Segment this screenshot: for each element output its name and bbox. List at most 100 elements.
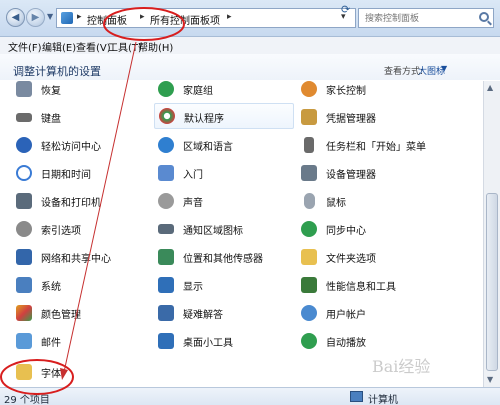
homegroup-icon — [157, 81, 175, 98]
items-grid: 恢复 键盘 轻松访问中心 日期和时间 设备和打印机 索引选项 网络和共享中心 系… — [0, 81, 483, 387]
recent-pages-dropdown-icon[interactable]: ▼ — [47, 12, 53, 21]
item-parental-controls[interactable]: 家长控制 — [300, 81, 440, 100]
item-label: 网络和共享中心 — [41, 254, 111, 265]
item-user-accounts[interactable]: 用户帐户 — [300, 302, 440, 324]
getting-started-icon — [157, 164, 175, 182]
credential-icon — [300, 108, 318, 126]
autoplay-icon — [300, 332, 318, 350]
menu-file[interactable]: 文件(F) — [8, 39, 42, 54]
globe-icon — [157, 136, 175, 154]
breadcrumb[interactable]: ▸ 控制面板 ▸ 所有控制面板项 ▸ ▾ — [56, 8, 356, 28]
item-location-sensors[interactable]: 位置和其他传感器 — [157, 246, 297, 268]
item-taskbar-start-menu[interactable]: 任务栏和「开始」菜单 — [300, 134, 440, 156]
menu-edit[interactable]: 编辑(E) — [42, 39, 76, 54]
menu-bar: 文件(F) 编辑(E) 查看(V) 工具(T) 帮助(H) — [0, 37, 500, 55]
item-label: 家庭组 — [183, 86, 213, 97]
network-icon — [15, 248, 33, 266]
search-box — [358, 8, 494, 28]
menu-help[interactable]: 帮助(H) — [138, 39, 173, 54]
item-display[interactable]: 显示 — [157, 274, 297, 296]
item-sync-center[interactable]: 同步中心 — [300, 218, 440, 240]
item-default-programs[interactable]: 默认程序 — [154, 103, 294, 129]
item-credential-manager[interactable]: 凭据管理器 — [300, 106, 440, 128]
default-programs-icon — [158, 107, 176, 125]
item-label: 家长控制 — [326, 86, 366, 97]
item-date-time[interactable]: 日期和时间 — [15, 162, 155, 184]
breadcrumb-control-panel[interactable]: 控制面板 — [87, 12, 127, 27]
status-location: 计算机 — [368, 395, 398, 405]
item-autoplay[interactable]: 自动播放 — [300, 330, 440, 352]
item-label: 入门 — [183, 170, 203, 181]
item-label: 设备管理器 — [326, 170, 376, 181]
mouse-icon — [300, 192, 318, 210]
ease-of-access-icon — [15, 136, 33, 154]
item-label: 系统 — [41, 282, 61, 293]
item-indexing-options[interactable]: 索引选项 — [15, 218, 155, 240]
item-notification-icons[interactable]: 通知区域图标 — [157, 218, 297, 240]
breadcrumb-all-items[interactable]: 所有控制面板项 — [150, 12, 220, 27]
content-header: 调整计算机的设置 查看方式: 大图标 ▼ — [0, 54, 500, 80]
item-fonts[interactable]: 字体 — [15, 361, 155, 383]
item-label: 鼠标 — [326, 198, 346, 209]
item-troubleshooting[interactable]: 疑难解答 — [157, 302, 297, 324]
item-folder-options[interactable]: 文件夹选项 — [300, 246, 440, 268]
item-label: 设备和打印机 — [41, 198, 101, 209]
item-label: 显示 — [183, 282, 203, 293]
item-network-sharing[interactable]: 网络和共享中心 — [15, 246, 155, 268]
item-performance[interactable]: 性能信息和工具 — [300, 274, 440, 296]
chevron-right-icon[interactable]: ▸ — [227, 12, 232, 22]
back-button[interactable]: ◀ — [6, 8, 25, 27]
color-management-icon — [15, 304, 33, 322]
search-input[interactable] — [363, 11, 475, 27]
item-mail[interactable]: 邮件 — [15, 330, 155, 352]
item-label: 桌面小工具 — [183, 338, 233, 349]
item-mouse[interactable]: 鼠标 — [300, 190, 440, 212]
item-label: 索引选项 — [41, 226, 81, 237]
vertical-scrollbar[interactable]: ▲ ▼ — [483, 81, 500, 387]
computer-icon — [350, 391, 363, 402]
sync-icon — [300, 220, 318, 238]
menu-tools[interactable]: 工具(T) — [108, 39, 142, 54]
font-folder-icon — [15, 363, 33, 381]
item-label: 文件夹选项 — [326, 254, 376, 265]
chevron-right-icon[interactable]: ▸ — [140, 12, 145, 22]
item-label: 轻松访问中心 — [41, 142, 101, 153]
refresh-icon[interactable]: ⟳ — [341, 3, 350, 16]
menu-view[interactable]: 查看(V) — [76, 39, 111, 54]
item-label: 键盘 — [41, 114, 61, 125]
item-color-management[interactable]: 颜色管理 — [15, 302, 155, 324]
item-ease-of-access[interactable]: 轻松访问中心 — [15, 134, 155, 156]
item-region-language[interactable]: 区域和语言 — [157, 134, 297, 156]
scroll-thumb[interactable] — [486, 193, 498, 371]
item-system[interactable]: 系统 — [15, 274, 155, 296]
item-label: 声音 — [183, 198, 203, 209]
item-label: 日期和时间 — [41, 170, 91, 181]
item-homegroup[interactable]: 家庭组 — [157, 81, 297, 100]
scroll-down-icon[interactable]: ▼ — [487, 375, 493, 384]
control-panel-window: ◀ ▶ ▼ ▸ 控制面板 ▸ 所有控制面板项 ▸ ▾ ⟳ 文件(F) 编辑(E)… — [0, 0, 500, 405]
item-keyboard[interactable]: 键盘 — [15, 106, 155, 128]
forward-button[interactable]: ▶ — [26, 8, 45, 27]
item-label: 邮件 — [41, 338, 61, 349]
back-arrow-icon: ◀ — [11, 12, 20, 23]
item-label: 用户帐户 — [326, 310, 366, 321]
watermark: Bai经验 — [372, 357, 431, 376]
mail-icon — [15, 332, 33, 350]
item-sound[interactable]: 声音 — [157, 190, 297, 212]
item-desktop-gadgets[interactable]: 桌面小工具 — [157, 330, 297, 352]
item-devices-printers[interactable]: 设备和打印机 — [15, 190, 155, 212]
item-label: 位置和其他传感器 — [183, 254, 263, 265]
item-label: 恢复 — [41, 86, 61, 97]
page-title: 调整计算机的设置 — [13, 65, 101, 78]
search-icon[interactable] — [479, 12, 489, 22]
item-recovery[interactable]: 恢复 — [15, 81, 155, 100]
chevron-down-icon[interactable]: ▼ — [441, 64, 447, 73]
address-bar: ◀ ▶ ▼ ▸ 控制面板 ▸ 所有控制面板项 ▸ ▾ ⟳ — [0, 0, 500, 37]
scroll-up-icon[interactable]: ▲ — [487, 83, 493, 92]
forward-arrow-icon: ▶ — [31, 12, 40, 23]
item-label: 凭据管理器 — [326, 114, 376, 125]
item-getting-started[interactable]: 入门 — [157, 162, 297, 184]
chevron-right-icon[interactable]: ▸ — [77, 12, 82, 22]
item-device-manager[interactable]: 设备管理器 — [300, 162, 440, 184]
troubleshoot-icon — [157, 304, 175, 322]
